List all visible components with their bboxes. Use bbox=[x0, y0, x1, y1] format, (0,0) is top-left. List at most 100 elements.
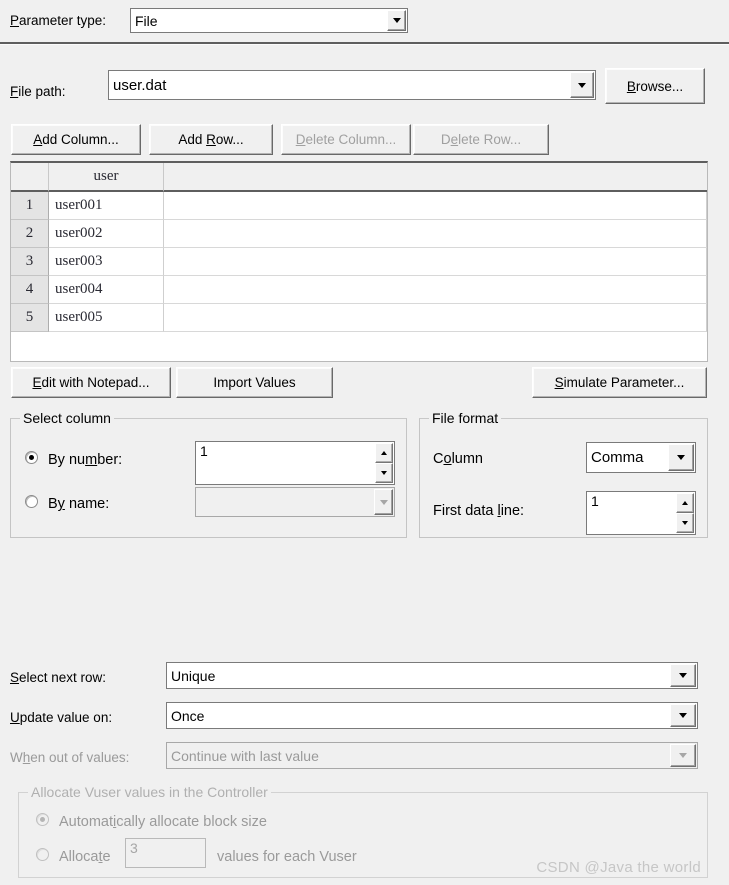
when-out-of-values-value: Continue with last value bbox=[171, 747, 319, 764]
table-row-number[interactable]: 3 bbox=[11, 248, 49, 276]
table-cell-filler bbox=[164, 248, 707, 276]
when-out-of-values-label: When out of values: bbox=[10, 750, 130, 765]
table-cell-user[interactable]: user001 bbox=[49, 192, 164, 220]
allocate-count-value: 3 bbox=[130, 840, 138, 856]
add-row-button[interactable]: Add Row... bbox=[149, 124, 273, 155]
table-cell-user[interactable]: user003 bbox=[49, 248, 164, 276]
table-row[interactable]: 2 user002 bbox=[11, 220, 707, 248]
allocate-vuser-values-group: Allocate Vuser values in the Controller … bbox=[18, 784, 708, 878]
manual-allocate-radio bbox=[36, 848, 49, 861]
spinner-up-button[interactable] bbox=[375, 443, 393, 463]
manual-allocate-label: Allocate bbox=[59, 849, 111, 865]
chevron-down-icon bbox=[679, 713, 687, 718]
by-name-combo bbox=[195, 487, 395, 517]
browse-button-label: Browse... bbox=[626, 78, 684, 94]
table-cell-filler bbox=[164, 304, 707, 332]
first-data-line-label: First data line: bbox=[433, 503, 525, 519]
delete-column-label: Delete Column... bbox=[295, 132, 397, 147]
table-corner-cell bbox=[11, 163, 49, 192]
allocate-suffix-label: values for each Vuser bbox=[217, 849, 357, 865]
table-row-number[interactable]: 2 bbox=[11, 220, 49, 248]
table-cell-filler bbox=[164, 220, 707, 248]
update-value-on-combo[interactable]: Once bbox=[166, 702, 698, 729]
table-header-row: user bbox=[11, 163, 707, 192]
table-cell-user[interactable]: user002 bbox=[49, 220, 164, 248]
by-number-value[interactable]: 1 bbox=[196, 442, 375, 484]
spinner-down-button[interactable] bbox=[375, 463, 393, 483]
first-data-line-spinner-buttons[interactable] bbox=[676, 493, 694, 533]
auto-allocate-radio bbox=[36, 813, 49, 826]
file-format-group: File format Column Comma First data line… bbox=[419, 410, 708, 538]
chevron-down-icon bbox=[578, 82, 586, 88]
table-row[interactable]: 3 user003 bbox=[11, 248, 707, 276]
table-row[interactable]: 4 user004 bbox=[11, 276, 707, 304]
chevron-down-icon bbox=[392, 18, 401, 23]
table-row-number[interactable]: 1 bbox=[11, 192, 49, 220]
delete-column-button: Delete Column... bbox=[281, 124, 411, 155]
update-value-on-dropdown-button[interactable] bbox=[670, 704, 696, 727]
edit-with-notepad-button[interactable]: Edit with Notepad... bbox=[11, 367, 171, 398]
by-number-spinner-buttons[interactable] bbox=[375, 443, 393, 483]
table-cell-user[interactable]: user005 bbox=[49, 304, 164, 332]
file-path-combo[interactable]: user.dat bbox=[108, 70, 596, 100]
spinner-up-button[interactable] bbox=[676, 493, 694, 513]
allocate-count-input: 3 bbox=[125, 838, 206, 868]
delete-row-button: Delete Row... bbox=[413, 124, 549, 155]
table-column-header-user[interactable]: user bbox=[49, 163, 164, 192]
arrow-down-icon bbox=[381, 471, 387, 475]
column-separator-combo[interactable]: Comma bbox=[586, 442, 696, 473]
file-path-dropdown-button[interactable] bbox=[570, 72, 594, 98]
import-values-label: Import Values bbox=[213, 375, 296, 390]
parameter-type-combo[interactable]: File bbox=[130, 8, 408, 33]
by-name-label[interactable]: By name: bbox=[48, 497, 109, 512]
spinner-down-button[interactable] bbox=[676, 513, 694, 533]
table-header-filler bbox=[164, 163, 707, 192]
file-path-label: File path: bbox=[10, 85, 66, 99]
select-column-group-title: Select column bbox=[20, 410, 114, 426]
by-name-value bbox=[196, 488, 374, 516]
select-next-row-label: Select next row: bbox=[10, 670, 107, 685]
add-column-button[interactable]: Add Column... bbox=[11, 124, 141, 155]
by-number-radio[interactable] bbox=[25, 451, 38, 464]
simulate-parameter-label: Simulate Parameter... bbox=[554, 375, 685, 390]
file-path-label-rest: ile path: bbox=[18, 84, 66, 99]
add-row-label: Add Row... bbox=[178, 132, 244, 147]
by-number-spinner[interactable]: 1 bbox=[195, 441, 395, 485]
table-row[interactable]: 1 user001 bbox=[11, 192, 707, 220]
by-number-label[interactable]: By number: bbox=[48, 453, 122, 468]
radio-dot-icon bbox=[29, 455, 34, 460]
parameter-type-dropdown-button[interactable] bbox=[387, 10, 406, 31]
first-data-line-spinner[interactable]: 1 bbox=[586, 491, 696, 535]
chevron-down-icon bbox=[679, 673, 687, 678]
parameter-values-table[interactable]: user 1 user001 2 user002 3 user003 4 use… bbox=[10, 161, 708, 362]
update-value-on-label: Update value on: bbox=[10, 710, 113, 725]
file-format-group-title: File format bbox=[429, 410, 502, 426]
simulate-parameter-button[interactable]: Simulate Parameter... bbox=[532, 367, 707, 398]
by-name-dropdown-button bbox=[374, 489, 393, 515]
watermark-text: CSDN @Java the world bbox=[536, 859, 701, 876]
table-row-number[interactable]: 5 bbox=[11, 304, 49, 332]
parameter-type-label: Parameter type: bbox=[10, 14, 106, 28]
column-separator-value: Comma bbox=[591, 449, 644, 466]
section-separator-highlight bbox=[0, 44, 729, 45]
table-cell-user[interactable]: user004 bbox=[49, 276, 164, 304]
file-path-value[interactable]: user.dat bbox=[109, 71, 570, 99]
select-next-row-combo[interactable]: Unique bbox=[166, 662, 698, 689]
browse-button[interactable]: Browse... bbox=[605, 68, 705, 104]
arrow-down-icon bbox=[682, 521, 688, 525]
update-value-on-value: Once bbox=[171, 707, 205, 724]
first-data-line-value[interactable]: 1 bbox=[587, 492, 676, 534]
import-values-button[interactable]: Import Values bbox=[176, 367, 333, 398]
edit-with-notepad-label: Edit with Notepad... bbox=[32, 375, 150, 390]
by-name-radio[interactable] bbox=[25, 495, 38, 508]
table-row-number[interactable]: 4 bbox=[11, 276, 49, 304]
table-row[interactable]: 5 user005 bbox=[11, 304, 707, 332]
select-next-row-dropdown-button[interactable] bbox=[670, 664, 696, 687]
column-separator-dropdown-button[interactable] bbox=[668, 444, 694, 471]
file-path-accel: F bbox=[10, 84, 19, 99]
chevron-down-icon bbox=[677, 455, 685, 460]
arrow-up-icon bbox=[682, 501, 688, 505]
parameter-type-accel: P bbox=[10, 13, 20, 28]
table-cell-filler bbox=[164, 192, 707, 220]
parameter-type-value: File bbox=[135, 12, 158, 29]
